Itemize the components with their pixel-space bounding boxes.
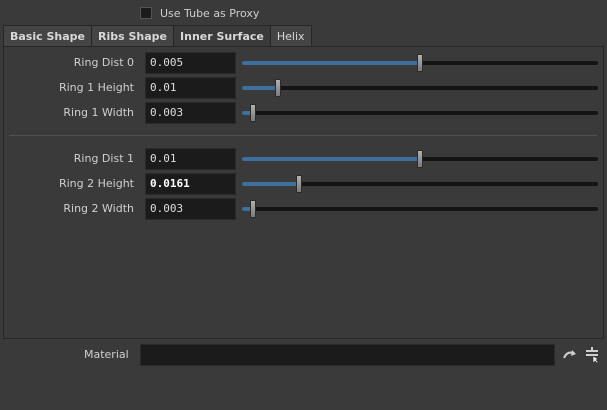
slider-fill: [242, 86, 278, 90]
ring-1-height-slider[interactable]: [242, 86, 598, 90]
param-label: Ring 2 Height: [58, 177, 134, 190]
tab-bar: Basic Shape Ribs Shape Inner Surface Hel…: [3, 25, 312, 46]
ring-dist-1-field[interactable]: 0.01: [145, 148, 236, 170]
ring-dist-0-field[interactable]: 0.005: [145, 52, 236, 74]
use-tube-proxy-checkbox[interactable]: [140, 7, 152, 19]
param-ring-2-height: Ring 2 Height 0.0161: [4, 173, 602, 195]
ring-2-width-slider[interactable]: [242, 207, 598, 211]
slider-handle[interactable]: [275, 79, 281, 97]
node-chooser-icon[interactable]: [583, 346, 601, 364]
tab-helix[interactable]: Helix: [269, 25, 312, 46]
arrow-jump-icon[interactable]: [561, 346, 579, 364]
param-label: Ring 1 Height: [58, 81, 134, 94]
slider-handle[interactable]: [417, 54, 423, 72]
slider-handle[interactable]: [296, 175, 302, 193]
param-label: Ring 1 Width: [63, 106, 134, 119]
tab-basic-shape[interactable]: Basic Shape: [3, 25, 92, 46]
ring-2-height-field[interactable]: 0.0161: [145, 173, 236, 195]
ring-1-width-slider[interactable]: [242, 111, 598, 115]
separator: [9, 135, 597, 136]
material-row: Material: [0, 344, 607, 366]
param-label: Ring Dist 1: [73, 152, 134, 165]
use-tube-proxy-toggle[interactable]: Use Tube as Proxy: [140, 5, 259, 21]
param-ring-dist-0: Ring Dist 0 0.005: [4, 52, 602, 74]
param-label: Ring 2 Width: [63, 202, 134, 215]
ring-1-height-field[interactable]: 0.01: [145, 77, 236, 99]
tab-inner-surface[interactable]: Inner Surface: [173, 25, 271, 46]
slider-fill: [242, 61, 420, 65]
ring-1-width-field[interactable]: 0.003: [145, 102, 236, 124]
tab-ribs-shape[interactable]: Ribs Shape: [91, 25, 175, 46]
param-ring-1-height: Ring 1 Height 0.01: [4, 77, 602, 99]
material-label: Material: [84, 348, 129, 361]
slider-fill: [242, 157, 420, 161]
ring-2-width-field[interactable]: 0.003: [145, 198, 236, 220]
use-tube-proxy-label: Use Tube as Proxy: [160, 6, 260, 20]
material-field[interactable]: [140, 344, 555, 366]
param-ring-1-width: Ring 1 Width 0.003: [4, 102, 602, 124]
slider-handle[interactable]: [250, 200, 256, 218]
slider-fill: [242, 182, 299, 186]
slider-handle[interactable]: [417, 150, 423, 168]
slider-handle[interactable]: [250, 104, 256, 122]
param-ring-dist-1: Ring Dist 1 0.01: [4, 148, 602, 170]
param-ring-2-width: Ring 2 Width 0.003: [4, 198, 602, 220]
inner-surface-panel: Ring Dist 0 0.005 Ring 1 Height 0.01 Rin…: [3, 46, 604, 339]
param-label: Ring Dist 0: [73, 56, 134, 69]
